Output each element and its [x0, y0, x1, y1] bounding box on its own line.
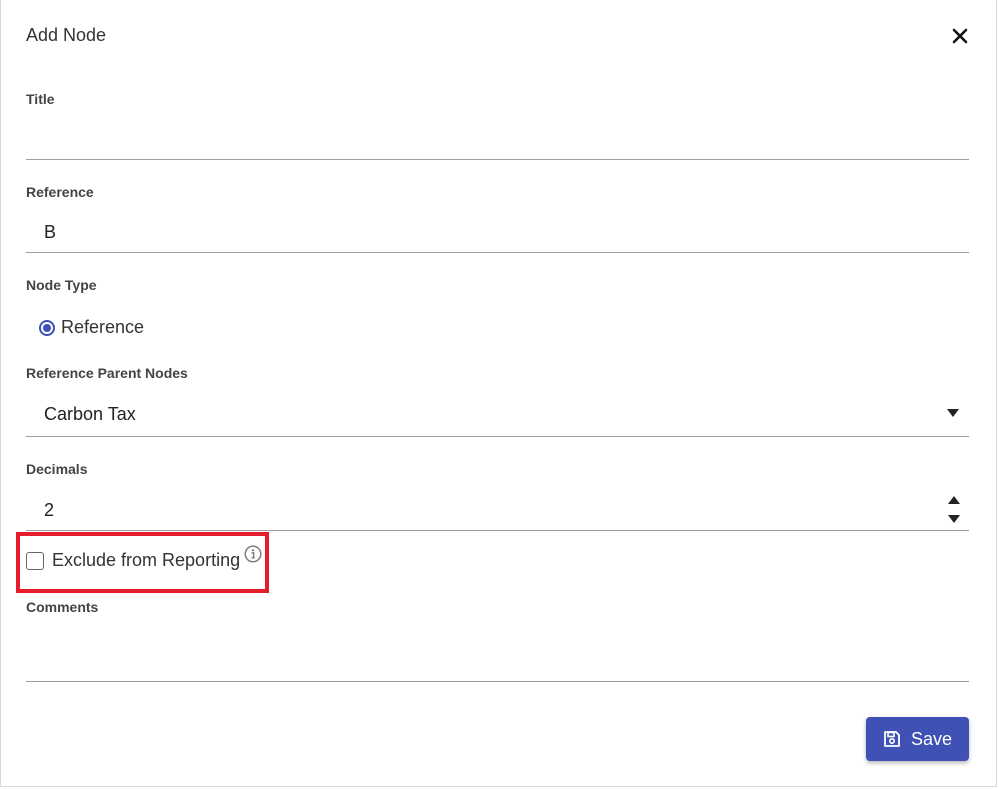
title-label: Title [26, 91, 55, 107]
dialog-title: Add Node [26, 25, 107, 45]
checkbox-label: Exclude from Reporting [52, 550, 241, 570]
decrement-arrow-icon[interactable] [948, 515, 960, 523]
info-icon[interactable] [244, 545, 262, 563]
reference-input[interactable] [26, 214, 969, 250]
checkbox[interactable] [26, 551, 44, 570]
radio-selected-dot [43, 323, 51, 332]
reference-parent-nodes-value: Carbon Tax [44, 404, 136, 424]
comments-input[interactable] [26, 636, 969, 672]
radio-button[interactable] [39, 319, 55, 336]
decimals-underline [26, 530, 969, 531]
close-icon [952, 28, 968, 44]
save-label: Save [910, 728, 953, 749]
dropdown-arrow-icon[interactable] [947, 409, 959, 417]
title-input[interactable] [26, 118, 969, 154]
reference-parent-nodes-label: Reference Parent Nodes [26, 365, 188, 381]
reference-parent-nodes-select[interactable] [26, 394, 969, 436]
close-button[interactable] [948, 24, 972, 48]
add-node-dialog: Add Node Title Reference Node Type Refer… [0, 0, 997, 787]
reference-parent-nodes-underline [26, 436, 969, 437]
comments-underline [26, 681, 969, 682]
decimals-label: Decimals [26, 461, 88, 477]
comments-label: Comments [26, 599, 99, 615]
reference-label: Reference [26, 184, 94, 200]
node-type-label: Node Type [26, 277, 97, 293]
decimals-input[interactable] [26, 492, 969, 528]
radio-label: Reference [61, 317, 145, 337]
save-button[interactable]: Save [866, 717, 969, 761]
exclude-from-reporting-checkbox[interactable]: Exclude from Reporting [26, 550, 240, 571]
increment-arrow-icon[interactable] [948, 496, 960, 504]
floppy-disk-icon [884, 731, 900, 747]
title-underline [26, 159, 969, 160]
node-type-radio-reference[interactable]: Reference [39, 317, 144, 338]
reference-underline [26, 252, 969, 253]
